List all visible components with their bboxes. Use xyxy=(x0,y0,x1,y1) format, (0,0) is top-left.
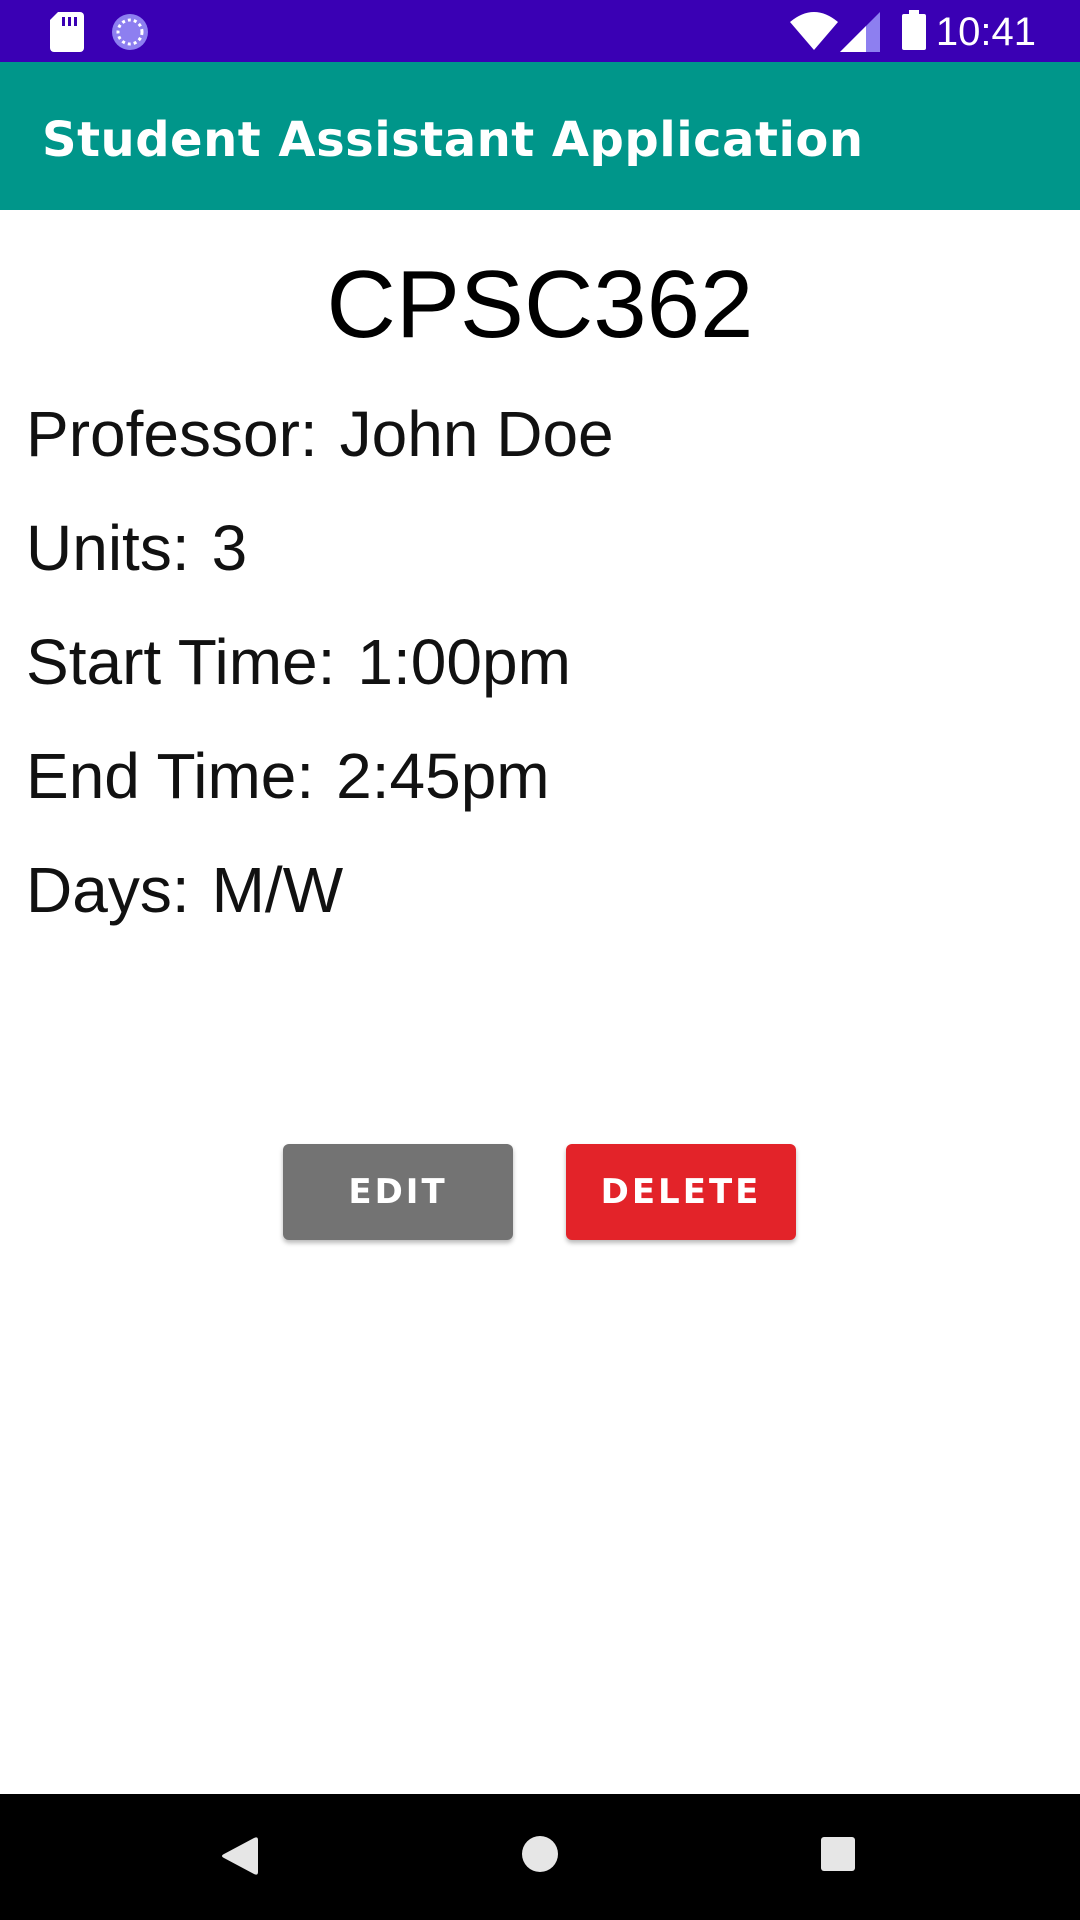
days-row: Days: M/W xyxy=(26,854,343,926)
units-value: 3 xyxy=(211,512,248,584)
edit-button[interactable]: EDIT xyxy=(283,1144,513,1240)
status-clock: 10:41 xyxy=(935,10,1036,54)
wifi-icon xyxy=(790,12,838,54)
end-time-row: End Time: 2:45pm xyxy=(26,740,550,812)
delete-button[interactable]: DELETE xyxy=(566,1144,796,1240)
battery-icon xyxy=(902,10,926,54)
units-label: Units: xyxy=(26,512,190,584)
app-title: Student Assistant Application xyxy=(42,112,864,168)
days-value: M/W xyxy=(211,854,344,926)
sd-card-icon xyxy=(50,12,84,56)
course-code-title: CPSC362 xyxy=(326,251,754,358)
navigation-bar xyxy=(0,1794,1080,1920)
app-bar: Student Assistant Application xyxy=(0,62,1080,210)
back-icon[interactable] xyxy=(220,1834,258,1882)
home-icon[interactable] xyxy=(520,1834,560,1878)
signal-icon xyxy=(840,12,880,56)
status-bar: 10:41 xyxy=(0,0,1080,62)
end-time-label: End Time: xyxy=(26,740,315,812)
start-time-row: Start Time: 1:00pm xyxy=(26,626,571,698)
professor-label: Professor: xyxy=(26,398,318,470)
start-time-value: 1:00pm xyxy=(357,626,571,698)
professor-value: John Doe xyxy=(339,398,614,470)
units-row: Units: 3 xyxy=(26,512,247,584)
end-time-value: 2:45pm xyxy=(336,740,550,812)
professor-row: Professor: John Doe xyxy=(26,398,614,470)
start-time-label: Start Time: xyxy=(26,626,336,698)
days-label: Days: xyxy=(26,854,190,926)
sync-icon xyxy=(110,12,150,56)
recents-icon[interactable] xyxy=(818,1834,858,1878)
